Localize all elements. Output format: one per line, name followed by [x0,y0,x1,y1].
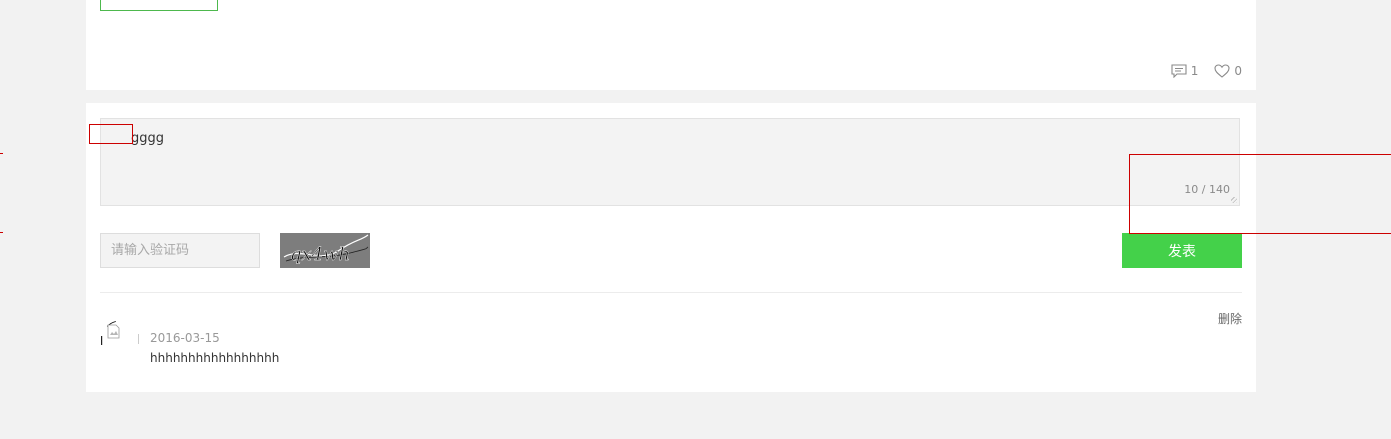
post-image-frame [100,0,218,11]
comment-section: gggg 10 / 140 qx4wh 发表 2016-03-15 hhhhhh… [86,103,1256,392]
like-button[interactable]: 0 [1214,64,1242,78]
char-counter: 10 / 140 [1184,183,1230,196]
like-count: 0 [1234,64,1242,78]
avatar[interactable] [100,319,140,359]
post-meta: 1 0 [1171,63,1242,79]
edge-marker [0,153,3,154]
edge-marker [0,232,3,233]
captcha-text: qx4wh [290,244,350,265]
resize-grip-icon[interactable] [1231,197,1237,203]
comment-icon [1171,64,1187,78]
broken-image-icon [101,320,139,358]
post-card: 1 0 [86,0,1256,90]
comment-body: hhhhhhhhhhhhhhhhh [150,351,280,365]
captcha-image[interactable]: qx4wh [280,233,370,268]
divider [100,292,1242,293]
comment-text: gggg [131,131,165,146]
comment-textarea[interactable]: gggg 10 / 140 [100,118,1240,206]
captcha-input[interactable] [100,233,260,268]
comment-count: 1 [1190,64,1199,78]
delete-button[interactable]: 删除 [1218,310,1242,327]
avatar-separator [138,334,139,344]
publish-button[interactable]: 发表 [1122,233,1242,268]
comment-date: 2016-03-15 [150,331,220,345]
heart-icon [1214,64,1230,78]
comment-count-button[interactable]: 1 [1171,64,1199,78]
